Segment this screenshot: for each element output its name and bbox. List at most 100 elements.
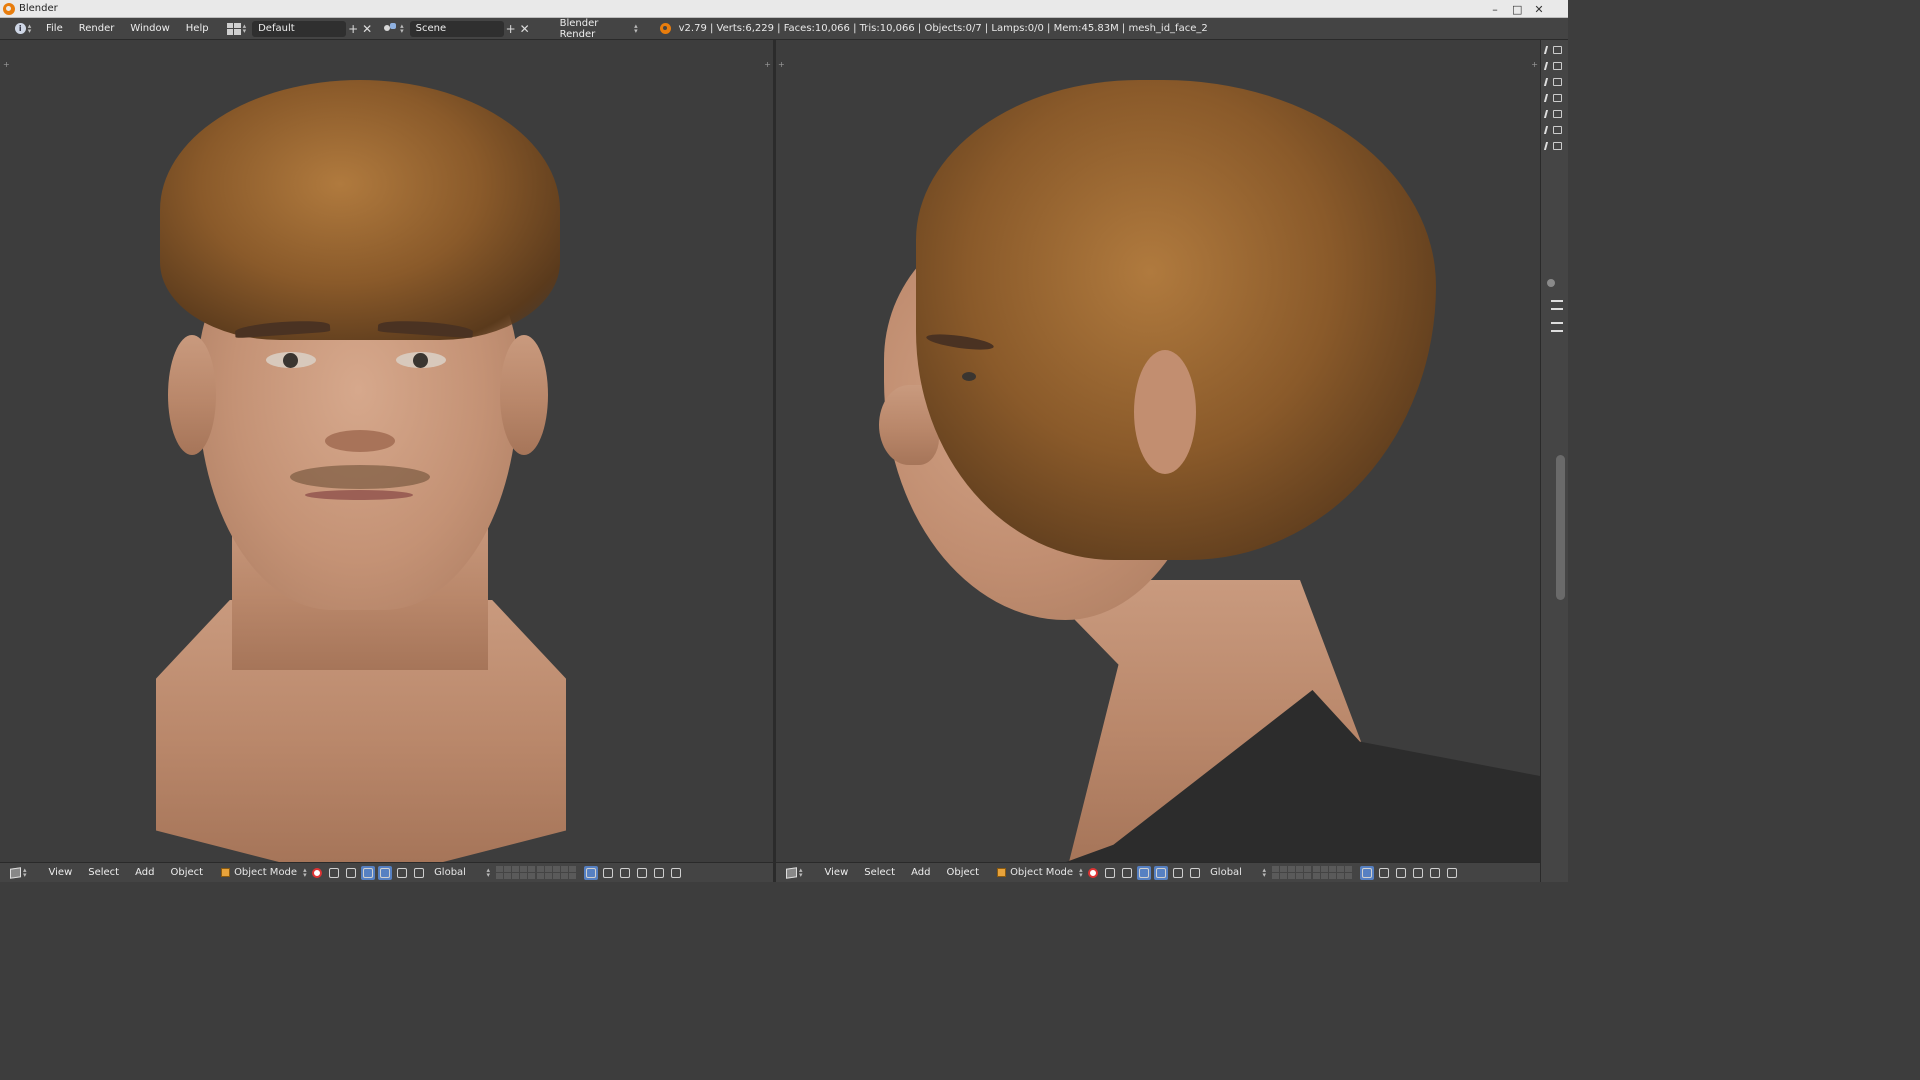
outliner-row[interactable]	[1543, 108, 1567, 120]
menu-object[interactable]: Object	[162, 867, 211, 878]
updown-icon: ▴ ▾	[1262, 865, 1267, 879]
updown-icon: ▴ ▾	[303, 865, 307, 879]
menu-view[interactable]: View	[41, 867, 81, 878]
cursor-icon	[1543, 142, 1552, 150]
updown-icon: ▴ ▾	[634, 21, 638, 35]
scene-field[interactable]: Scene	[409, 20, 504, 37]
object-mode-icon	[997, 868, 1007, 877]
render-engine-select[interactable]: Blender Render ▴ ▾	[554, 17, 644, 40]
properties-icon[interactable]	[1551, 322, 1563, 332]
camera-icon	[1553, 142, 1562, 150]
3d-view-header-right: ▴ ▾ View Select Add Object Object Mode ▴ ▾…	[776, 862, 1540, 882]
menu-object[interactable]: Object	[938, 867, 987, 878]
snap-icon[interactable]	[618, 866, 632, 880]
transform-icon[interactable]	[1188, 866, 1202, 880]
cursor-icon	[1543, 62, 1552, 70]
pivot-icon[interactable]	[327, 866, 341, 880]
remove-scene-button[interactable]: ✕	[518, 21, 532, 37]
menu-add[interactable]: Add	[903, 867, 938, 878]
camera-icon	[1553, 94, 1562, 102]
snap-element-icon[interactable]	[1411, 866, 1425, 880]
properties-tool-strip	[1540, 40, 1568, 882]
cube-icon[interactable]	[786, 866, 797, 879]
layer-buttons[interactable]	[496, 866, 577, 879]
mode-label: Object Mode	[1010, 867, 1074, 878]
info-icon: i	[14, 23, 26, 34]
manipulator-icon[interactable]	[1120, 866, 1134, 880]
add-scene-button[interactable]: +	[504, 21, 518, 37]
shading-solid-icon[interactable]	[310, 866, 324, 880]
lock-layers-icon[interactable]	[1360, 865, 1375, 880]
list-view-icon[interactable]	[1551, 300, 1563, 310]
rotate-icon[interactable]	[378, 865, 393, 880]
pivot-icon[interactable]	[1103, 866, 1117, 880]
translate-icon[interactable]	[1137, 865, 1152, 880]
maximize-button[interactable]: □	[1512, 3, 1522, 16]
3d-viewport-side[interactable]: + +	[776, 40, 1540, 862]
screen-layout-name: Default	[258, 23, 295, 34]
transform-orientation-select[interactable]: Global ▴ ▾	[434, 865, 491, 879]
layer-buttons[interactable]	[1272, 866, 1353, 879]
proportional-edit-icon[interactable]	[1377, 866, 1391, 880]
menu-help[interactable]: Help	[178, 23, 217, 34]
updown-icon: ▴ ▾	[486, 865, 491, 879]
transform-icon[interactable]	[412, 866, 426, 880]
scale-icon[interactable]	[1171, 866, 1185, 880]
head-model-side	[776, 40, 1540, 862]
camera-icon	[1553, 62, 1562, 70]
menu-view[interactable]: View	[817, 867, 857, 878]
lock-layers-icon[interactable]	[584, 865, 599, 880]
mode-select[interactable]: Object Mode ▴ ▾	[997, 866, 1083, 878]
render-preview-icon[interactable]	[1428, 866, 1442, 880]
render-engine-name: Blender Render	[559, 17, 599, 40]
outliner-row[interactable]	[1543, 140, 1567, 152]
properties-scrollbar[interactable]	[1556, 455, 1565, 600]
scale-icon[interactable]	[395, 866, 409, 880]
menu-file[interactable]: File	[38, 23, 71, 34]
scroll-handle-icon[interactable]	[1547, 279, 1555, 287]
cube-icon[interactable]	[10, 866, 21, 879]
outliner-row[interactable]	[1543, 124, 1567, 136]
menu-select[interactable]: Select	[856, 867, 903, 878]
cursor-icon	[1543, 46, 1552, 54]
add-layout-button[interactable]: +	[346, 21, 360, 37]
render-preview-icon[interactable]	[652, 866, 666, 880]
screen-layout-field[interactable]: Default	[252, 20, 347, 37]
menu-window[interactable]: Window	[122, 23, 177, 34]
outliner-row[interactable]	[1543, 76, 1567, 88]
opengl-render-icon[interactable]	[1445, 866, 1459, 880]
outliner-row[interactable]	[1543, 44, 1567, 56]
remove-layout-button[interactable]: ✕	[360, 21, 374, 37]
transform-orientation-select[interactable]: Global ▴ ▾	[1210, 865, 1267, 879]
outliner-row[interactable]	[1543, 60, 1567, 72]
updown-icon: ▴ ▾	[23, 865, 27, 879]
menu-render[interactable]: Render	[71, 23, 123, 34]
menu-select[interactable]: Select	[80, 867, 127, 878]
snap-element-icon[interactable]	[635, 866, 649, 880]
editor-type-selector[interactable]: i ▴ ▾	[8, 21, 38, 37]
rotate-icon[interactable]	[1154, 865, 1169, 880]
window-title: Blender	[19, 3, 58, 14]
close-button[interactable]: ✕	[1534, 3, 1544, 16]
outliner-row[interactable]	[1543, 92, 1567, 104]
cursor-icon	[1543, 126, 1552, 134]
manipulator-icon[interactable]	[344, 866, 358, 880]
minimize-button[interactable]: –	[1490, 3, 1500, 16]
snap-icon[interactable]	[1394, 866, 1408, 880]
translate-icon[interactable]	[361, 865, 376, 880]
proportional-edit-icon[interactable]	[601, 866, 615, 880]
mode-select[interactable]: Object Mode ▴ ▾	[221, 865, 307, 879]
camera-icon	[1553, 78, 1562, 86]
scene-statistics: v2.79 | Verts:6,229 | Faces:10,066 | Tri…	[678, 23, 1208, 34]
cursor-icon	[1543, 110, 1552, 118]
scene-icon[interactable]	[384, 22, 398, 35]
screen-layout-icon[interactable]	[226, 22, 241, 35]
blender-logo-icon	[659, 23, 671, 34]
shading-solid-icon[interactable]	[1086, 866, 1100, 880]
menu-add[interactable]: Add	[127, 867, 162, 878]
updown-icon: ▴ ▾	[27, 21, 32, 35]
3d-view-header-left: ▴ ▾ View Select Add Object Object Mode ▴ ▾…	[0, 862, 773, 882]
opengl-render-icon[interactable]	[669, 866, 683, 880]
3d-viewport-front[interactable]: + +	[0, 40, 773, 862]
updown-icon: ▴ ▾	[799, 865, 803, 879]
